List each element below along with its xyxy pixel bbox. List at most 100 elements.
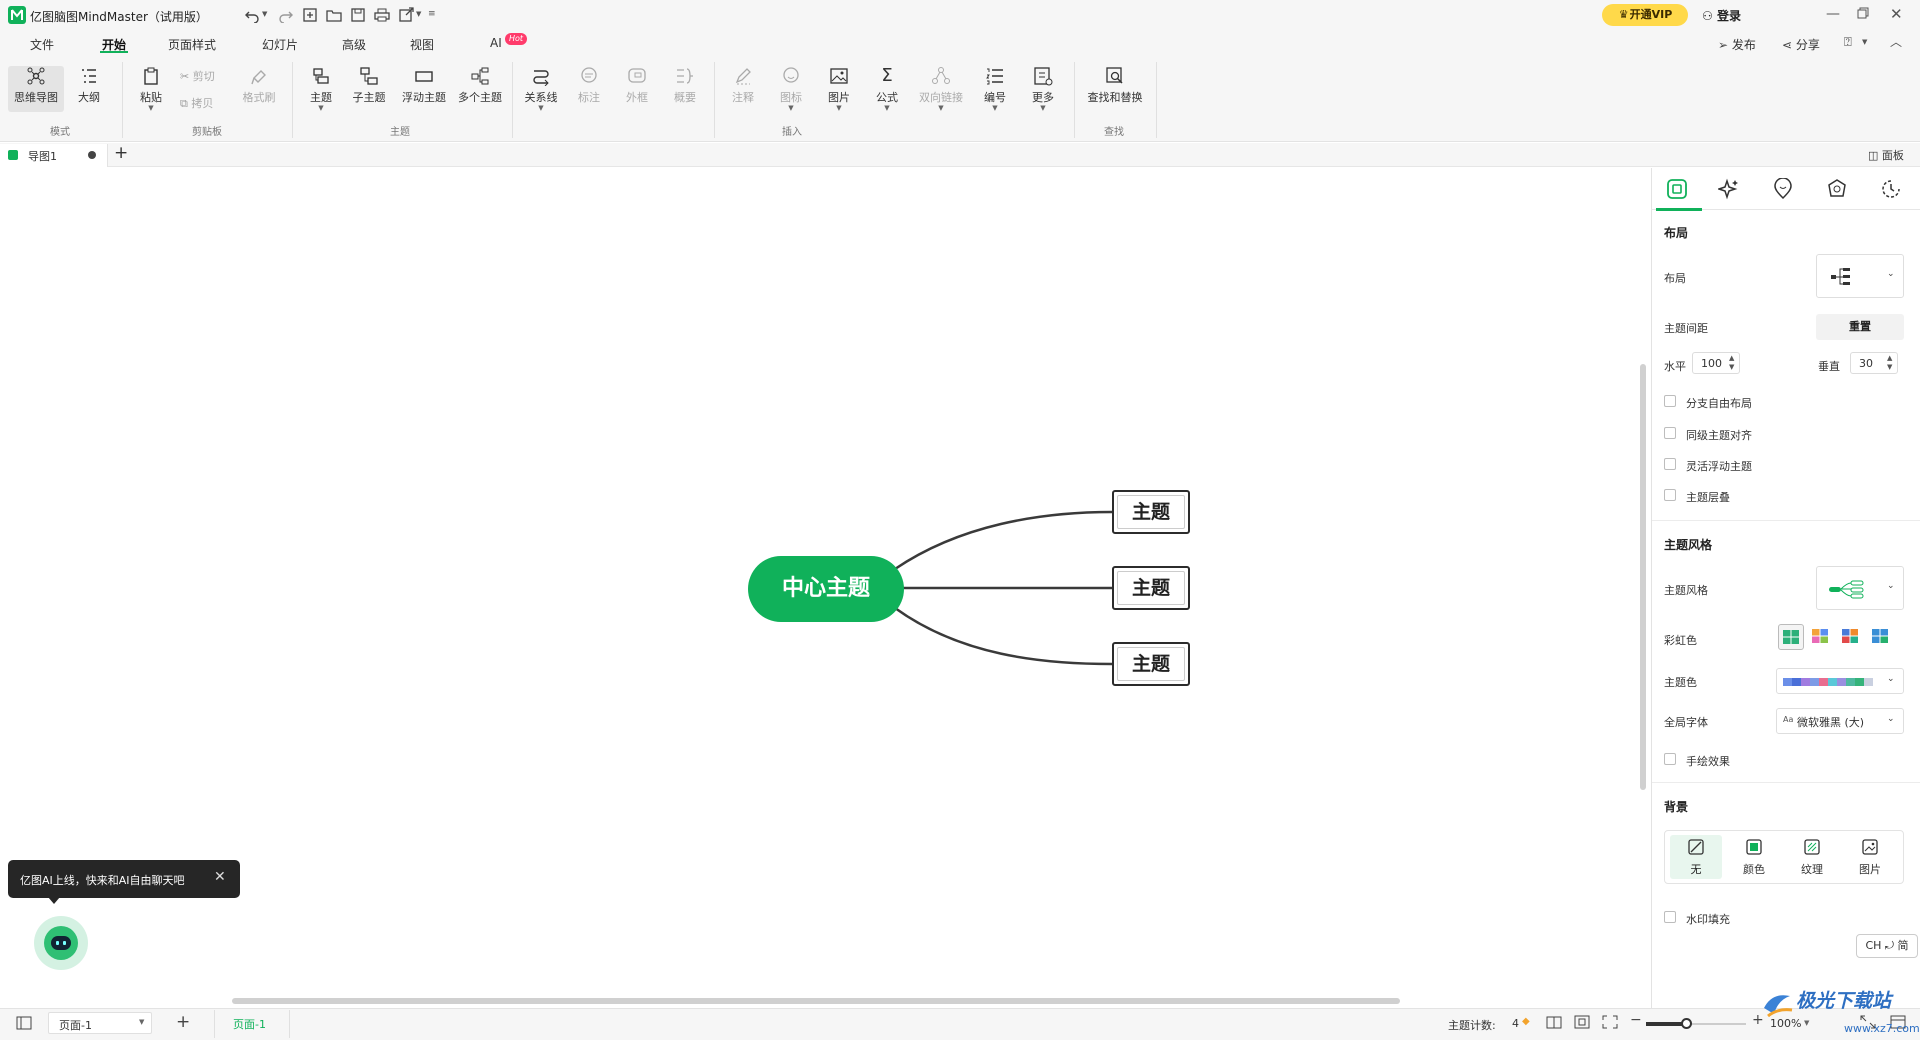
layout-section-title: 布局 xyxy=(1664,226,1689,240)
panel-toggle-button[interactable]: ◫ 面板 xyxy=(1868,147,1904,163)
zoom-slider-handle[interactable] xyxy=(1681,1018,1692,1029)
publish-button[interactable]: ➢ 发布 xyxy=(1718,36,1756,53)
hand-drawn-checkbox[interactable] xyxy=(1664,753,1676,765)
global-font-dropdown[interactable]: Aa 微软雅黑 (大) ⌄ xyxy=(1776,708,1904,734)
connector-line-3 xyxy=(894,606,1113,666)
minimize-icon[interactable]: — xyxy=(1826,6,1840,22)
hand-drawn-label: 手绘效果 xyxy=(1686,755,1730,768)
topic-count-label: 主题计数: xyxy=(1448,1019,1496,1032)
page-select-dropdown[interactable]: 页面-1 ▼ xyxy=(48,1012,152,1034)
user-icon: ⚇ xyxy=(1702,9,1713,23)
watermark-checkbox[interactable] xyxy=(1664,911,1676,923)
rainbow-option-4[interactable] xyxy=(1868,624,1894,650)
flexible-floating-label: 灵活浮动主题 xyxy=(1686,460,1752,473)
rainbow-option-1[interactable] xyxy=(1778,624,1804,650)
bg-color-option[interactable]: 颜色 xyxy=(1728,835,1780,879)
zoom-out-icon[interactable]: − xyxy=(1630,1012,1642,1028)
share-button[interactable]: ⋖ 分享 xyxy=(1782,36,1820,53)
background-section-title: 背景 xyxy=(1664,800,1689,814)
collapse-ribbon-icon[interactable]: ︿ xyxy=(1890,33,1902,50)
zoom-dropdown-icon[interactable]: ▼ xyxy=(1804,1019,1809,1027)
bg-texture-option[interactable]: 纹理 xyxy=(1786,835,1838,879)
ai-tooltip: 亿图AI上线，快来和AI自由聊天吧 ✕ xyxy=(8,860,240,898)
layout-tree-icon xyxy=(1831,267,1855,287)
ai-bot-icon xyxy=(44,926,78,960)
tooltip-arrow xyxy=(48,897,60,904)
topic-overlap-label: 主题层叠 xyxy=(1686,491,1730,504)
site-watermark-url: www.xz7.com xyxy=(1844,1022,1920,1035)
fullscreen-icon[interactable] xyxy=(1602,1015,1618,1029)
rainbow-option-3[interactable] xyxy=(1838,624,1864,650)
rainbow-option-2[interactable] xyxy=(1808,624,1834,650)
zoom-slider-fill xyxy=(1646,1022,1686,1026)
flexible-floating-checkbox[interactable] xyxy=(1664,458,1676,470)
topic-style-label: 主题风格 xyxy=(1664,584,1708,597)
panel-divider xyxy=(1652,782,1920,783)
panel-active-indicator xyxy=(1656,208,1702,211)
topic-style-dropdown[interactable]: ⌄ xyxy=(1816,566,1904,610)
ime-indicator[interactable]: CH ⤾ 简 xyxy=(1856,934,1918,958)
topic-style-section-title: 主题风格 xyxy=(1664,538,1713,552)
topic-node-1[interactable]: 主题 xyxy=(1112,490,1190,534)
chevron-down-icon: ⌄ xyxy=(1887,581,1895,591)
topic-node-2[interactable]: 主题 xyxy=(1112,566,1190,610)
vertical-spacing-input[interactable]: 30 ▲ ▼ xyxy=(1850,352,1898,374)
add-page-icon[interactable]: + xyxy=(176,1012,190,1032)
horizontal-spacing-input[interactable]: 100 ▲ ▼ xyxy=(1692,352,1740,374)
layout-dropdown[interactable]: ⌄ xyxy=(1816,254,1904,298)
share-icon: ⋖ xyxy=(1782,38,1793,52)
vertical-scrollbar[interactable] xyxy=(1640,364,1646,790)
page-list-icon[interactable] xyxy=(16,1016,32,1030)
send-icon: ➢ xyxy=(1718,38,1729,52)
topic-label: 主题 xyxy=(1131,501,1170,523)
topic-count-value: 4 xyxy=(1512,1017,1519,1030)
chevron-down-icon: ⌄ xyxy=(1887,674,1895,684)
chevron-down-icon: ⌄ xyxy=(1887,269,1895,279)
bg-image-option[interactable]: 图片 xyxy=(1844,835,1896,879)
style-preview-icon xyxy=(1829,579,1869,599)
horizontal-scrollbar[interactable] xyxy=(232,998,1400,1004)
connector-line-1 xyxy=(894,510,1113,571)
color-fill-icon xyxy=(1746,839,1762,855)
topic-label: 主题 xyxy=(1131,653,1170,675)
topic-label: 主题 xyxy=(1131,577,1170,599)
badge-tab-icon[interactable] xyxy=(1826,178,1848,200)
page-tab[interactable]: 页面-1 xyxy=(214,1010,290,1038)
ai-sparkle-tab-icon[interactable] xyxy=(1718,178,1740,200)
color-palette-swatch xyxy=(1783,678,1877,686)
free-layout-checkbox[interactable] xyxy=(1664,395,1676,407)
topic-node-3[interactable]: 主题 xyxy=(1112,642,1190,686)
tooltip-close-icon[interactable]: ✕ xyxy=(214,869,226,885)
stepper-icon[interactable]: ▲ ▼ xyxy=(1887,354,1892,372)
history-tab-icon[interactable] xyxy=(1880,178,1902,200)
align-topics-label: 同级主题对齐 xyxy=(1686,429,1752,442)
page-format-tab-icon[interactable] xyxy=(1666,178,1688,200)
no-fill-icon xyxy=(1688,839,1704,855)
location-marker-tab-icon[interactable] xyxy=(1772,178,1794,200)
bg-none-option[interactable]: 无 xyxy=(1670,835,1722,879)
topic-overlap-checkbox[interactable] xyxy=(1664,489,1676,501)
connector-lines xyxy=(894,510,1113,666)
help-icon[interactable]: ⍰ xyxy=(1844,35,1852,50)
font-value: 微软雅黑 (大) xyxy=(1797,716,1865,729)
theme-color-dropdown[interactable]: ⌄ xyxy=(1776,668,1904,694)
watermark-logo-icon xyxy=(1760,988,1794,1022)
align-topics-checkbox[interactable] xyxy=(1664,427,1676,439)
ai-assistant-button[interactable] xyxy=(34,916,88,970)
book-view-icon[interactable] xyxy=(1546,1015,1562,1029)
chevron-down-icon: ⌄ xyxy=(1887,714,1895,724)
stepper-icon[interactable]: ▲ ▼ xyxy=(1729,354,1734,372)
dropdown-caret-icon: ▼ xyxy=(139,1018,145,1026)
fit-page-icon[interactable] xyxy=(1574,1015,1590,1029)
central-topic[interactable]: 中心主题 xyxy=(748,556,904,622)
free-layout-label: 分支自由布局 xyxy=(1686,397,1752,410)
help-dropdown-icon[interactable]: ▼ xyxy=(1862,38,1867,46)
spacing-label: 主题间距 xyxy=(1664,322,1708,335)
reset-button[interactable]: 重置 xyxy=(1816,314,1904,340)
vertical-label: 垂直 xyxy=(1818,360,1840,373)
theme-color-label: 主题色 xyxy=(1664,676,1697,689)
close-window-icon[interactable]: ✕ xyxy=(1890,5,1903,23)
restore-icon[interactable] xyxy=(1856,6,1870,20)
login-button[interactable]: ⚇ 登录 xyxy=(1702,7,1741,24)
texture-icon xyxy=(1804,839,1820,855)
